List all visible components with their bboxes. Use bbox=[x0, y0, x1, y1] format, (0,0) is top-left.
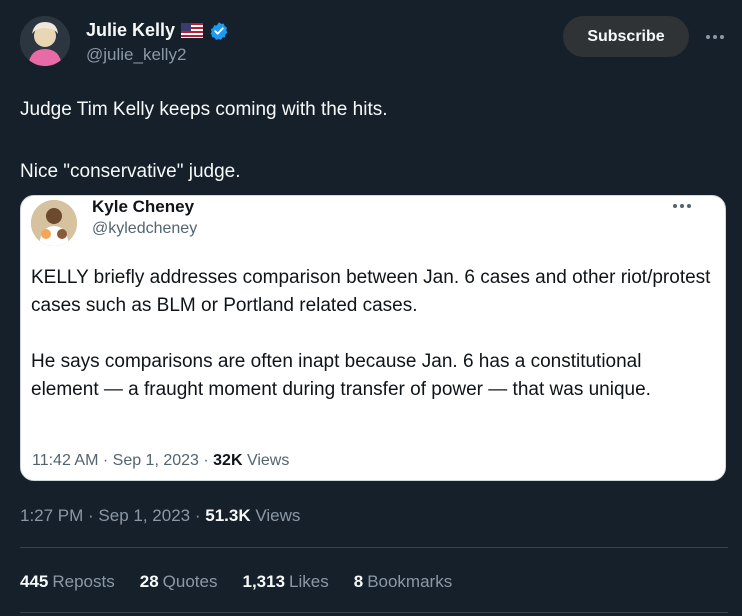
author-name-row[interactable]: Julie Kelly bbox=[86, 20, 229, 41]
quoted-views-label: Views bbox=[246, 452, 290, 469]
quoted-date[interactable]: Sep 1, 2023 bbox=[113, 452, 199, 469]
quoted-tweet-meta: 11:42 AM · Sep 1, 2023 · 32K Views bbox=[32, 452, 290, 469]
quoted-time[interactable]: 11:42 AM bbox=[32, 452, 98, 469]
quoted-tweet-text: KELLY briefly addresses comparison betwe… bbox=[31, 267, 711, 400]
tweet-date[interactable]: Sep 1, 2023 bbox=[98, 506, 190, 525]
likes-stat[interactable]: 1,313 Likes bbox=[242, 572, 328, 592]
author-handle[interactable]: @julie_kelly2 bbox=[86, 45, 186, 65]
verified-badge-icon bbox=[210, 21, 228, 40]
tweet-views-label[interactable]: Views bbox=[255, 506, 300, 525]
tweet-text: Judge Tim Kelly keeps coming with the hi… bbox=[20, 99, 388, 182]
divider bbox=[20, 547, 728, 548]
quoted-tweet-card[interactable]: Kyle Cheney @kyledcheney KELLY briefly a… bbox=[20, 195, 726, 481]
author-avatar[interactable] bbox=[20, 16, 70, 66]
quoted-author-avatar[interactable] bbox=[31, 200, 77, 246]
quoted-more-icon[interactable] bbox=[667, 196, 697, 216]
engagement-stats: 445 Reposts 28 Quotes 1,313 Likes 8 Bookmark… bbox=[20, 572, 452, 592]
quoted-author-name[interactable]: Kyle Cheney bbox=[92, 197, 194, 217]
us-flag-icon bbox=[181, 23, 204, 38]
author-name[interactable]: Julie Kelly bbox=[86, 20, 175, 41]
divider-bottom bbox=[20, 612, 728, 613]
tweet-time[interactable]: 1:27 PM bbox=[20, 506, 83, 525]
subscribe-button[interactable]: Subscribe bbox=[563, 16, 689, 57]
more-icon[interactable] bbox=[700, 22, 730, 52]
quotes-stat[interactable]: 28 Quotes bbox=[140, 572, 218, 592]
quoted-author-handle[interactable]: @kyledcheney bbox=[92, 220, 197, 238]
quoted-views-count: 32K bbox=[213, 452, 243, 469]
reposts-stat[interactable]: 445 Reposts bbox=[20, 572, 115, 592]
tweet-views-count[interactable]: 51.3K bbox=[205, 506, 250, 525]
bookmarks-stat[interactable]: 8 Bookmarks bbox=[354, 572, 453, 592]
tweet-meta: 1:27 PM · Sep 1, 2023 · 51.3K Views bbox=[20, 506, 301, 525]
